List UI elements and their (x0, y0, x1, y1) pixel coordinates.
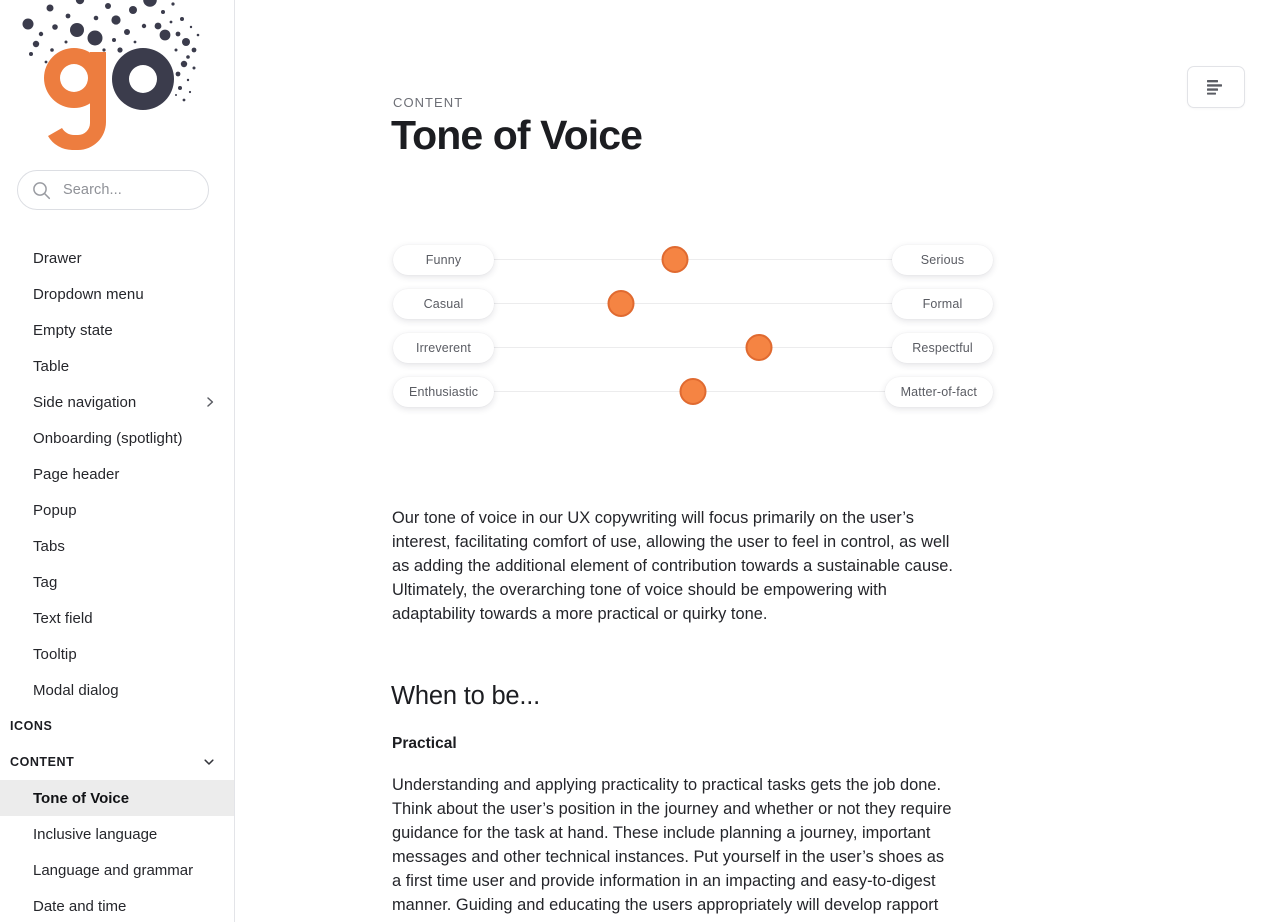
text-align-left-icon (1207, 80, 1222, 95)
sidebar-item-label: Tooltip (33, 645, 77, 663)
toc-toggle-button[interactable] (1187, 66, 1245, 108)
sidebar-section-label: ICONS (10, 719, 53, 733)
slider-track[interactable] (441, 259, 945, 260)
search-input[interactable]: Search... (17, 170, 209, 210)
slider-thumb[interactable] (745, 334, 773, 361)
sidebar-item-page-header[interactable]: Page header (0, 456, 234, 492)
sidebar-item-label: Tag (33, 573, 58, 591)
sidebar-item-label: Date and time (33, 897, 127, 915)
chevron-right-icon (207, 397, 214, 407)
main-content: CONTENT Tone of Voice Funny Serious Casu… (235, 0, 1264, 922)
sidebar: Search... Drawer Dropdown menu Empty sta… (0, 0, 235, 922)
slider-thumb[interactable] (661, 246, 689, 273)
slider-row: Casual Formal (393, 282, 993, 326)
sidebar-item-modal-dialog[interactable]: Modal dialog (0, 672, 234, 708)
slider-left-label: Funny (393, 245, 494, 275)
slider-thumb[interactable] (607, 290, 635, 317)
sidebar-item-label: Side navigation (33, 393, 137, 411)
sidebar-item-tone-of-voice[interactable]: Tone of Voice (0, 780, 234, 816)
slider-track[interactable] (441, 303, 945, 304)
sidebar-item-onboarding-spotlight[interactable]: Onboarding (spotlight) (0, 420, 234, 456)
sidebar-item-dropdown-menu[interactable]: Dropdown menu (0, 276, 234, 312)
sidebar-item-label: Tone of Voice (33, 789, 130, 807)
sidebar-item-language-and-grammar[interactable]: Language and grammar (0, 852, 234, 888)
sidebar-item-drawer[interactable]: Drawer (0, 240, 234, 276)
brand-logo[interactable] (0, 0, 234, 160)
sidebar-item-label: Page header (33, 465, 120, 483)
chevron-down-icon (204, 759, 214, 765)
practical-paragraph: Understanding and applying practicality … (392, 776, 952, 914)
sidebar-item-label: Empty state (33, 321, 113, 339)
intro-paragraph: Our tone of voice in our UX copywriting … (392, 509, 954, 623)
slider-right-label: Serious (892, 245, 993, 275)
sidebar-item-popup[interactable]: Popup (0, 492, 234, 528)
sidebar-item-label: Drawer (33, 249, 82, 267)
sidebar-item-label: Text field (33, 609, 93, 627)
section-heading: When to be... (391, 682, 541, 710)
sidebar-item-label: Dropdown menu (33, 285, 144, 303)
sidebar-item-tag[interactable]: Tag (0, 564, 234, 600)
slider-left-label: Irreverent (393, 333, 494, 363)
sidebar-section-label: CONTENT (10, 755, 75, 769)
sidebar-nav: Drawer Dropdown menu Empty state Table S… (0, 240, 234, 922)
page-title: Tone of Voice (391, 112, 643, 158)
sidebar-item-label: Language and grammar (33, 861, 194, 879)
sidebar-item-empty-state[interactable]: Empty state (0, 312, 234, 348)
sidebar-item-table[interactable]: Table (0, 348, 234, 384)
sidebar-item-date-and-time[interactable]: Date and time (0, 888, 234, 922)
sidebar-item-tooltip[interactable]: Tooltip (0, 636, 234, 672)
slider-right-label: Matter-of-fact (884, 377, 993, 407)
go-logo-icon (22, 0, 200, 150)
sidebar-item-side-navigation[interactable]: Side navigation (0, 384, 234, 420)
search-icon (33, 181, 51, 199)
sidebar-section-content[interactable]: CONTENT (0, 744, 234, 780)
tone-spectrum-chart: Funny Serious Casual Formal Irreverent R… (393, 238, 993, 438)
slider-right-label: Respectful (892, 333, 993, 363)
breadcrumb: CONTENT (393, 95, 464, 110)
sidebar-item-text-field[interactable]: Text field (0, 600, 234, 636)
sidebar-section-icons[interactable]: ICONS (0, 708, 234, 744)
slider-left-label: Enthusiastic (393, 377, 495, 407)
slider-left-label: Casual (393, 289, 494, 319)
app-root: Search... Drawer Dropdown menu Empty sta… (0, 0, 1264, 922)
sidebar-item-label: Tabs (33, 537, 65, 555)
sidebar-item-label: Modal dialog (33, 681, 119, 699)
subsection-heading: Practical (392, 735, 457, 752)
sidebar-item-label: Popup (33, 501, 77, 519)
slider-row: Enthusiastic Matter-of-fact (393, 370, 993, 414)
sidebar-item-label: Table (33, 357, 70, 375)
search-placeholder: Search... (63, 182, 122, 198)
slider-row: Funny Serious (393, 238, 993, 282)
slider-right-label: Formal (892, 289, 993, 319)
sidebar-item-inclusive-language[interactable]: Inclusive language (0, 816, 234, 852)
sidebar-item-label: Onboarding (spotlight) (33, 429, 183, 447)
slider-thumb[interactable] (679, 378, 707, 405)
sidebar-item-tabs[interactable]: Tabs (0, 528, 234, 564)
slider-track[interactable] (441, 347, 945, 348)
slider-row: Irreverent Respectful (393, 326, 993, 370)
sidebar-item-label: Inclusive language (33, 825, 158, 843)
